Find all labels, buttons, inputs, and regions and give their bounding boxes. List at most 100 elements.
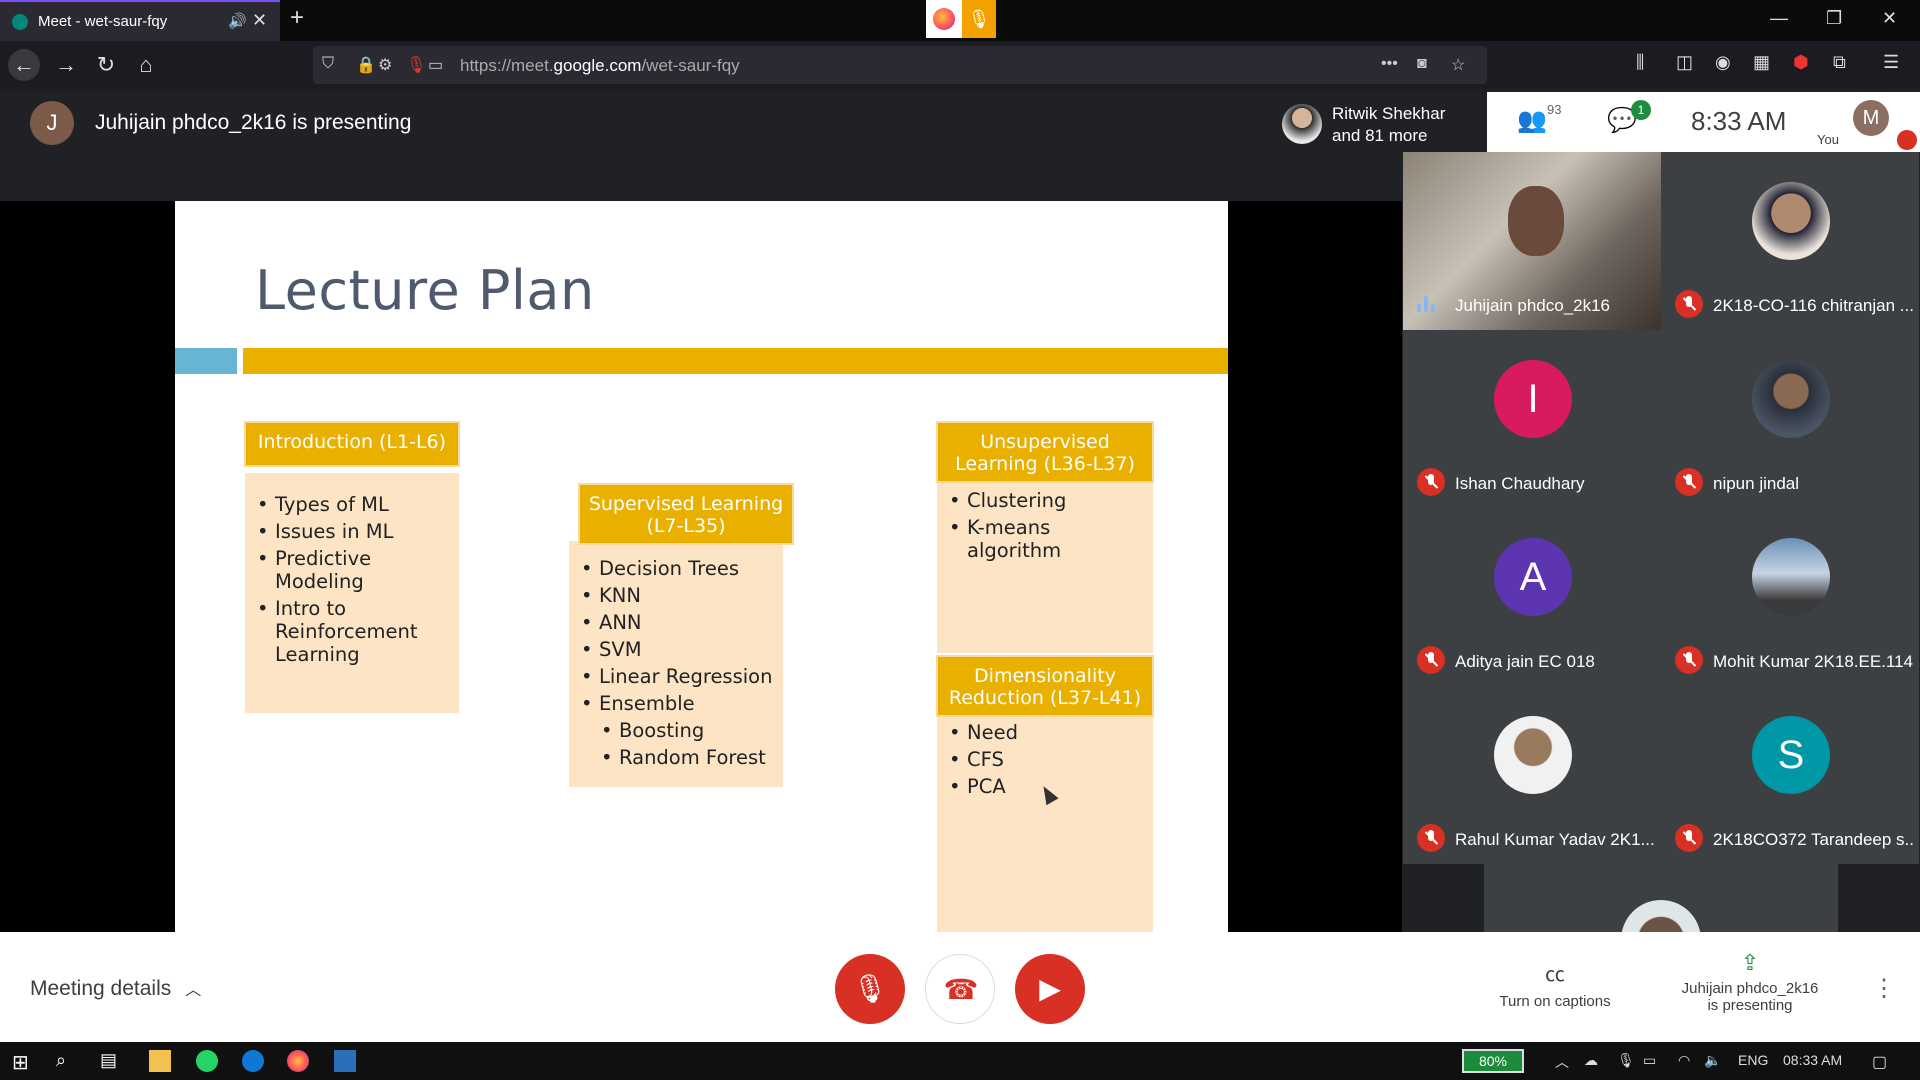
list-item: Need [947,721,1149,744]
onedrive-icon[interactable]: ☁ [1584,1052,1598,1069]
adblock-extension-icon[interactable]: ⬢ [1793,52,1809,73]
muted-icon [1675,824,1703,852]
address-bar[interactable]: ⛉ 🔒 ⚙ 🎙 ▭ https://meet.google.com/wet-sa… [313,46,1487,84]
windows-start-icon[interactable]: ⊞ [12,1050,34,1074]
leave-call-button[interactable]: ☎ [925,954,995,1024]
volume-icon[interactable]: 🔈 [1704,1052,1721,1069]
chevron-up-icon: ︿ [185,982,202,999]
supervised-box-body: Decision Trees KNN ANN SVM Linear Regres… [569,541,783,787]
participant-name: Rahul Kumar Yadav 2K1... [1455,830,1655,849]
reload-icon[interactable]: ↻ [90,49,122,81]
notifications-icon[interactable]: ▢ [1872,1052,1887,1072]
sidebar-icon[interactable]: ◫ [1676,52,1693,73]
participant-tile[interactable]: 2K18-CO-116 chitranjan ... [1661,152,1919,330]
participant-name: 2K18CO372 Tarandeep s... [1713,830,1913,849]
tab-title: Meet - wet-saur-fqy [38,13,168,30]
participant-name: Ishan Chaudhary [1455,474,1585,493]
list-item: CFS [947,748,1149,771]
list-item: Decision Trees [579,557,779,580]
list-item: Intro to Reinforcement Learning [255,597,453,666]
people-count: 93 [1547,102,1562,117]
library-icon[interactable]: ⫼ [1636,52,1644,73]
tray-chevron-icon[interactable]: ︿ [1555,1052,1569,1072]
taskbar-clock[interactable]: 08:33 AM [1783,1052,1842,1068]
language-indicator[interactable]: ENG [1738,1052,1768,1068]
closed-captions-icon: ㏄ [1545,964,1565,986]
participant-tile[interactable]: Rahul Kumar Yadav 2K1... [1403,686,1661,864]
participant-tile[interactable]: I Ishan Chaudhary [1403,330,1661,508]
permissions-icon[interactable]: ⚙ [378,55,392,75]
account-icon[interactable]: ◉ [1715,52,1731,73]
wifi-icon[interactable]: ◠ [1678,1052,1690,1069]
browser-tab-meet[interactable]: Meet - wet-saur-fqy 🔊 ✕ [0,0,280,41]
participant-name: Juhijain phdco_2k16 [1455,296,1611,315]
page-actions-icon[interactable]: ••• [1381,55,1398,73]
meeting-details-button[interactable]: Meeting details ︿ [30,976,201,1001]
participants-chip[interactable]: Ritwik Shekhar and 81 more [1270,92,1486,154]
minimize-icon[interactable]: — [1770,8,1788,29]
file-explorer-icon[interactable] [149,1050,171,1072]
close-window-icon[interactable]: ✕ [1882,8,1897,29]
self-muted-icon [1897,130,1917,150]
windows-taskbar: ⊞ ⌕ ▤ 80% ︿ ☁ 🎙 ▭ ◠ 🔈 ENG 08:33 AM ▢ [0,1042,1920,1080]
speaker-icon[interactable]: 🔊 [228,12,247,30]
speaking-indicator-icon [1415,294,1437,316]
home-icon[interactable]: ⌂ [130,49,162,81]
mic-toggle-button[interactable]: 🎙 [835,954,905,1024]
participant-tile[interactable]: S 2K18CO372 Tarandeep s... [1661,686,1919,864]
url-text: https://meet.google.com/wet-saur-fqy [460,56,740,75]
menu-icon[interactable]: ☰ [1883,52,1899,73]
participant-tile[interactable]: nipun jindal [1661,330,1919,508]
task-view-icon[interactable]: ▤ [100,1050,122,1072]
list-item: SVM [579,638,779,661]
back-arrow-icon[interactable]: ← [8,49,40,81]
participant-photo [1752,538,1830,616]
participant-tile[interactable]: A Aditya jain EC 018 [1403,508,1661,686]
extension-icon[interactable]: ▦ [1753,52,1770,73]
forward-arrow-icon[interactable]: → [50,49,82,81]
camera-toggle-button[interactable]: ▶ [1015,954,1085,1024]
presentation-button[interactable]: ⇪ Juhijain phdco_2k16 is presenting [1660,950,1840,1014]
list-subitem: Random Forest [599,746,779,769]
unsupervised-box-header: Unsupervised Learning (L36-L37) [936,421,1154,483]
list-item: K-means algorithm [947,516,1149,562]
search-icon[interactable]: ⌕ [56,1050,78,1072]
participant-tile-partial[interactable] [1484,864,1838,940]
mic-tray-icon[interactable]: 🎙 [1617,1052,1635,1069]
self-avatar[interactable]: M [1853,100,1889,136]
captions-button[interactable]: ㏄ Turn on captions [1480,958,1630,1010]
shield-icon[interactable]: ⛉ [322,55,334,73]
intro-box-header: Introduction (L1-L6) [244,421,460,467]
bookmark-star-icon[interactable]: ☆ [1451,55,1465,75]
lock-icon[interactable]: 🔒 [356,55,376,75]
app-taskbar-icon[interactable] [334,1050,356,1072]
firefox-taskbar-icon[interactable] [287,1050,309,1072]
pocket-icon[interactable]: ◙ [1417,55,1427,73]
new-tab-icon[interactable]: + [290,4,304,32]
restore-icon[interactable]: ❐ [1826,8,1842,29]
muted-icon [1675,646,1703,674]
people-icon[interactable]: 👥 [1517,106,1547,135]
edge-icon[interactable] [242,1050,264,1072]
more-options-icon[interactable]: ⋮ [1872,974,1896,1003]
mic-permission-icon[interactable]: 🎙 [406,55,426,75]
participant-tile[interactable]: Mohit Kumar 2K18.EE.114 [1661,508,1919,686]
firefox-icon [926,0,962,38]
screenshot-icon[interactable]: ⧉ [1833,52,1846,73]
sharing-indicator[interactable]: 🎙 [926,0,996,38]
muted-icon [1675,290,1703,318]
list-item: Predictive Modeling [255,547,453,593]
close-tab-icon[interactable]: ✕ [252,10,267,31]
participant-name: 2K18-CO-116 chitranjan ... [1713,296,1913,315]
battery-icon[interactable]: ▭ [1643,1052,1656,1069]
whatsapp-icon[interactable] [196,1050,218,1072]
presentation-stage: Lecture Plan Types of ML Issues in ML Pr… [0,201,1402,932]
mic-off-icon: 🎙 [852,973,888,1004]
participant-photo [1494,716,1572,794]
participants-chip-text: Ritwik Shekhar and 81 more [1332,104,1446,145]
screen-share-icon[interactable]: ▭ [428,55,443,75]
list-item: Ensemble [579,692,779,715]
battery-indicator[interactable]: 80% [1462,1049,1524,1073]
participant-tile[interactable]: Juhijain phdco_2k16 [1403,152,1661,330]
presenter-header: J Juhijain phdco_2k16 is presenting [0,89,1390,201]
